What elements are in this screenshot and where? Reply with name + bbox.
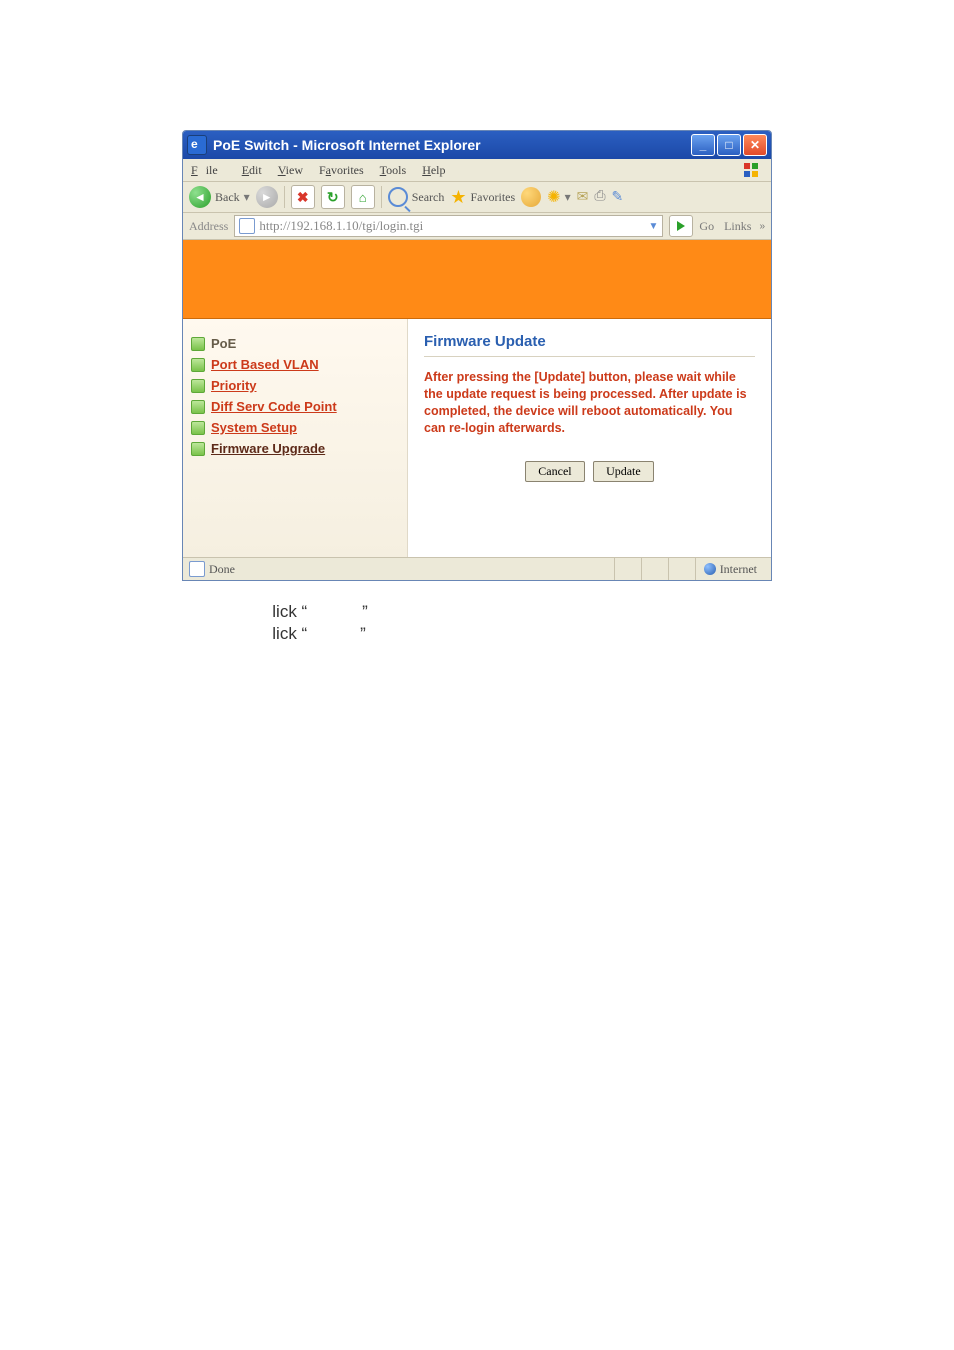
address-bar-row: Address http://192.168.1.10/tgi/login.tg…	[183, 213, 771, 240]
edit-button[interactable]: ✎	[612, 189, 624, 206]
sidebar-item-label: System Setup	[211, 420, 297, 435]
sidebar-item-poe[interactable]: PoE	[191, 333, 399, 354]
media-button[interactable]	[521, 187, 541, 207]
sidebar-item-label: PoE	[211, 336, 236, 351]
ie-logo-icon	[187, 135, 207, 155]
internet-zone-icon	[704, 563, 716, 575]
window-titlebar: PoE Switch - Microsoft Internet Explorer…	[183, 131, 771, 159]
cancel-button[interactable]: Cancel	[525, 461, 584, 482]
maximize-button[interactable]: □	[717, 134, 741, 156]
print-button[interactable]: ⎙	[594, 189, 605, 205]
menu-help[interactable]: Help	[414, 163, 453, 178]
minimize-button[interactable]: _	[691, 134, 715, 156]
search-button[interactable]: Search	[388, 187, 445, 207]
forward-button[interactable]: ►	[256, 186, 278, 208]
sidebar: PoE Port Based VLAN Priority Diff Serv C…	[183, 319, 408, 557]
update-button[interactable]: Update	[593, 461, 654, 482]
main-panel: Firmware Update After pressing the [Upda…	[408, 319, 771, 557]
status-text: Done	[209, 562, 235, 577]
menu-edit[interactable]: Edit	[234, 163, 270, 178]
go-button[interactable]	[669, 215, 693, 237]
status-bar: Done Internet	[183, 557, 771, 580]
page-banner	[183, 240, 771, 319]
sidebar-item-label: Port Based VLAN	[211, 357, 319, 372]
bullet-icon	[191, 337, 205, 351]
sidebar-item-label: Firmware Upgrade	[211, 441, 325, 456]
address-input[interactable]: http://192.168.1.10/tgi/login.tgi ▼	[234, 215, 663, 237]
history-button[interactable]: ✺▾	[547, 187, 570, 207]
home-button[interactable]: ⌂	[351, 185, 375, 209]
panel-heading: Firmware Update	[424, 333, 755, 357]
sidebar-item-label: Priority	[211, 378, 257, 393]
bullet-icon	[191, 379, 205, 393]
address-label: Address	[189, 219, 228, 234]
bullet-icon	[191, 358, 205, 372]
menu-bar: File Edit View Favorites Tools Help	[183, 159, 771, 182]
bullet-icon	[191, 442, 205, 456]
bullet-icon	[191, 421, 205, 435]
close-button[interactable]: ✕	[743, 134, 767, 156]
menu-tools[interactable]: Tools	[372, 163, 415, 178]
sidebar-item-system-setup[interactable]: System Setup	[191, 417, 399, 438]
internet-zone-label: Internet	[720, 562, 757, 577]
favorites-button[interactable]: ★Favorites	[450, 187, 515, 208]
panel-warning-text: After pressing the [Update] button, plea…	[424, 369, 755, 437]
address-dropdown-icon[interactable]: ▼	[649, 221, 659, 232]
menu-view[interactable]: View	[270, 163, 311, 178]
page-icon	[189, 561, 205, 577]
links-label[interactable]: Links	[724, 219, 751, 234]
sidebar-item-port-based-vlan[interactable]: Port Based VLAN	[191, 354, 399, 375]
toolbar: ◄Back▾ ► ✖ ↻ ⌂ Search ★Favorites ✺▾ ✉ ⎙ …	[183, 182, 771, 213]
sidebar-item-label: Diff Serv Code Point	[211, 399, 337, 414]
menu-file[interactable]: File	[183, 163, 234, 178]
separator	[381, 186, 382, 208]
sidebar-item-firmware-upgrade[interactable]: Firmware Upgrade	[191, 438, 399, 459]
bullet-icon	[191, 400, 205, 414]
mail-button[interactable]: ✉	[577, 189, 589, 206]
document-caption: Click “Update” to start the firmware upd…	[260, 600, 663, 646]
refresh-button[interactable]: ↻	[321, 185, 345, 209]
go-label: Go	[699, 219, 714, 234]
address-value: http://192.168.1.10/tgi/login.tgi	[259, 218, 423, 234]
sidebar-item-diff-serv-code-point[interactable]: Diff Serv Code Point	[191, 396, 399, 417]
sidebar-item-priority[interactable]: Priority	[191, 375, 399, 396]
window-title: PoE Switch - Microsoft Internet Explorer	[213, 137, 691, 153]
windows-flag-icon	[735, 162, 767, 178]
separator	[284, 186, 285, 208]
stop-button[interactable]: ✖	[291, 185, 315, 209]
back-button[interactable]: ◄Back▾	[189, 186, 250, 208]
page-icon	[239, 218, 255, 234]
links-chevron-icon[interactable]: »	[759, 221, 765, 232]
menu-favorites[interactable]: Favorites	[311, 163, 372, 178]
